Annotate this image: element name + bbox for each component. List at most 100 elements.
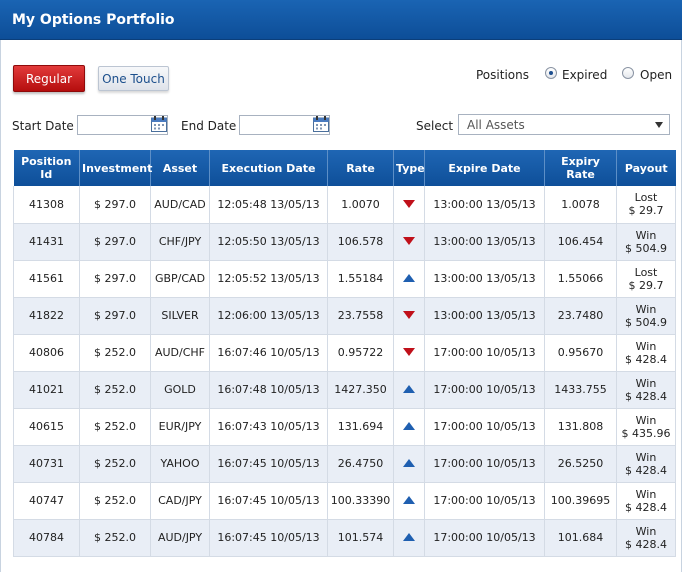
expired-radio[interactable] bbox=[545, 67, 557, 79]
execution-date-cell: 16:07:45 10/05/13 bbox=[209, 519, 328, 557]
one-touch-tab-button[interactable]: One Touch bbox=[98, 66, 169, 91]
open-radio[interactable] bbox=[622, 67, 634, 79]
type-cell bbox=[393, 371, 425, 409]
payout-amount: $ 428.4 bbox=[625, 352, 667, 366]
rate-cell: 131.694 bbox=[327, 408, 394, 446]
page-title: My Options Portfolio bbox=[0, 0, 682, 40]
execution-date-cell: 16:07:46 10/05/13 bbox=[209, 334, 328, 372]
expire-date-cell: 17:00:00 10/05/13 bbox=[424, 334, 545, 372]
asset-cell: YAHOO bbox=[150, 445, 210, 483]
column-header[interactable]: Payout bbox=[616, 150, 676, 186]
column-header[interactable]: Execution Date bbox=[209, 150, 328, 186]
asset-cell: CAD/JPY bbox=[150, 482, 210, 520]
payout-amount: $ 29.7 bbox=[628, 278, 664, 292]
column-header[interactable]: Expiry Rate bbox=[544, 150, 617, 186]
payout-amount: $ 29.7 bbox=[628, 204, 664, 218]
expiry-rate-cell: 0.95670 bbox=[544, 334, 617, 372]
asset-cell: AUD/JPY bbox=[150, 519, 210, 557]
payout-result: Lost bbox=[634, 191, 658, 205]
expiry-rate-cell: 26.5250 bbox=[544, 445, 617, 483]
calendar-icon[interactable] bbox=[312, 115, 330, 133]
table-row[interactable]: 41822 $ 297.0 SILVER 12:06:00 13/05/13 23.75… bbox=[13, 297, 676, 335]
type-cell bbox=[393, 186, 425, 224]
table-body: 41308 $ 297.0 AUD/CAD 12:05:48 13/05/13 1.00… bbox=[13, 186, 676, 557]
payout-cell: Win $ 428.4 bbox=[616, 482, 676, 520]
column-header[interactable]: Investment bbox=[79, 150, 152, 186]
investment-cell: $ 297.0 bbox=[79, 223, 151, 261]
position-id-cell: 40731 bbox=[13, 445, 80, 483]
position-id-cell: 40747 bbox=[13, 482, 80, 520]
execution-date-cell: 16:07:45 10/05/13 bbox=[209, 445, 328, 483]
execution-date-cell: 16:07:48 10/05/13 bbox=[209, 371, 328, 409]
type-cell bbox=[393, 445, 425, 483]
payout-result: Win bbox=[635, 450, 657, 464]
rate-cell: 100.33390 bbox=[327, 482, 394, 520]
asset-cell: EUR/JPY bbox=[150, 408, 210, 446]
rate-cell: 101.574 bbox=[327, 519, 394, 557]
table-row[interactable]: 40615 $ 252.0 EUR/JPY 16:07:43 10/05/13 131.… bbox=[13, 408, 676, 446]
payout-amount: $ 428.4 bbox=[625, 500, 667, 514]
investment-cell: $ 297.0 bbox=[79, 260, 151, 298]
column-header[interactable]: Position Id bbox=[13, 150, 80, 186]
table-row[interactable]: 41021 $ 252.0 GOLD 16:07:48 10/05/13 1427.35… bbox=[13, 371, 676, 409]
column-header[interactable]: Asset bbox=[150, 150, 210, 186]
expiry-rate-cell: 1.0078 bbox=[544, 186, 617, 224]
start-date-label: Start Date bbox=[12, 119, 74, 133]
payout-cell: Win $ 435.96 bbox=[616, 408, 676, 446]
table-row[interactable]: 40806 $ 252.0 AUD/CHF 16:07:46 10/05/13 0.95… bbox=[13, 334, 676, 372]
up-triangle-icon bbox=[403, 533, 415, 541]
table-row[interactable]: 41308 $ 297.0 AUD/CAD 12:05:48 13/05/13 1.00… bbox=[13, 186, 676, 224]
payout-amount: $ 504.9 bbox=[625, 315, 667, 329]
expire-date-cell: 17:00:00 10/05/13 bbox=[424, 519, 545, 557]
payout-cell: Win $ 428.4 bbox=[616, 371, 676, 409]
column-header[interactable]: Rate bbox=[327, 150, 394, 186]
payout-result: Lost bbox=[634, 265, 658, 279]
type-cell bbox=[393, 260, 425, 298]
payout-result: Win bbox=[635, 339, 657, 353]
position-id-cell: 40806 bbox=[13, 334, 80, 372]
table-row[interactable]: 40747 $ 252.0 CAD/JPY 16:07:45 10/05/13 100.… bbox=[13, 482, 676, 520]
table-row[interactable]: 40784 $ 252.0 AUD/JPY 16:07:45 10/05/13 101.… bbox=[13, 519, 676, 557]
rate-cell: 26.4750 bbox=[327, 445, 394, 483]
asset-select[interactable]: All Assets bbox=[458, 114, 670, 135]
investment-cell: $ 252.0 bbox=[79, 445, 151, 483]
expire-date-cell: 13:00:00 13/05/13 bbox=[424, 260, 545, 298]
payout-cell: Lost $ 29.7 bbox=[616, 186, 676, 224]
payout-amount: $ 504.9 bbox=[625, 241, 667, 255]
payout-result: Win bbox=[635, 302, 657, 316]
type-cell bbox=[393, 297, 425, 335]
up-triangle-icon bbox=[403, 422, 415, 430]
expired-radio-label[interactable]: Expired bbox=[562, 68, 607, 82]
type-cell bbox=[393, 482, 425, 520]
up-triangle-icon bbox=[403, 496, 415, 504]
table-row[interactable]: 40731 $ 252.0 YAHOO 16:07:45 10/05/13 26.475… bbox=[13, 445, 676, 483]
type-cell bbox=[393, 408, 425, 446]
position-id-cell: 40615 bbox=[13, 408, 80, 446]
payout-result: Win bbox=[635, 524, 657, 538]
column-header[interactable]: Expire Date bbox=[424, 150, 545, 186]
asset-cell: SILVER bbox=[150, 297, 210, 335]
expire-date-cell: 13:00:00 13/05/13 bbox=[424, 186, 545, 224]
position-id-cell: 40784 bbox=[13, 519, 80, 557]
table-row[interactable]: 41561 $ 297.0 GBP/CAD 12:05:52 13/05/13 1.55… bbox=[13, 260, 676, 298]
expiry-rate-cell: 1433.755 bbox=[544, 371, 617, 409]
payout-result: Win bbox=[635, 413, 657, 427]
rate-cell: 0.95722 bbox=[327, 334, 394, 372]
regular-tab-button[interactable]: Regular bbox=[13, 65, 85, 92]
open-radio-label[interactable]: Open bbox=[640, 68, 672, 82]
execution-date-cell: 16:07:45 10/05/13 bbox=[209, 482, 328, 520]
expiry-rate-cell: 100.39695 bbox=[544, 482, 617, 520]
asset-cell: AUD/CAD bbox=[150, 186, 210, 224]
table-row[interactable]: 41431 $ 297.0 CHF/JPY 12:05:50 13/05/13 106.… bbox=[13, 223, 676, 261]
expiry-rate-cell: 23.7480 bbox=[544, 297, 617, 335]
investment-cell: $ 252.0 bbox=[79, 334, 151, 372]
column-header[interactable]: Type bbox=[393, 150, 425, 186]
chevron-down-icon[interactable] bbox=[655, 122, 663, 128]
investment-cell: $ 297.0 bbox=[79, 297, 151, 335]
execution-date-cell: 16:07:43 10/05/13 bbox=[209, 408, 328, 446]
calendar-icon[interactable] bbox=[150, 115, 168, 133]
execution-date-cell: 12:05:52 13/05/13 bbox=[209, 260, 328, 298]
expire-date-cell: 17:00:00 10/05/13 bbox=[424, 482, 545, 520]
positions-table: Position Id Investment Asset Execution D… bbox=[13, 150, 676, 557]
down-triangle-icon bbox=[403, 311, 415, 319]
